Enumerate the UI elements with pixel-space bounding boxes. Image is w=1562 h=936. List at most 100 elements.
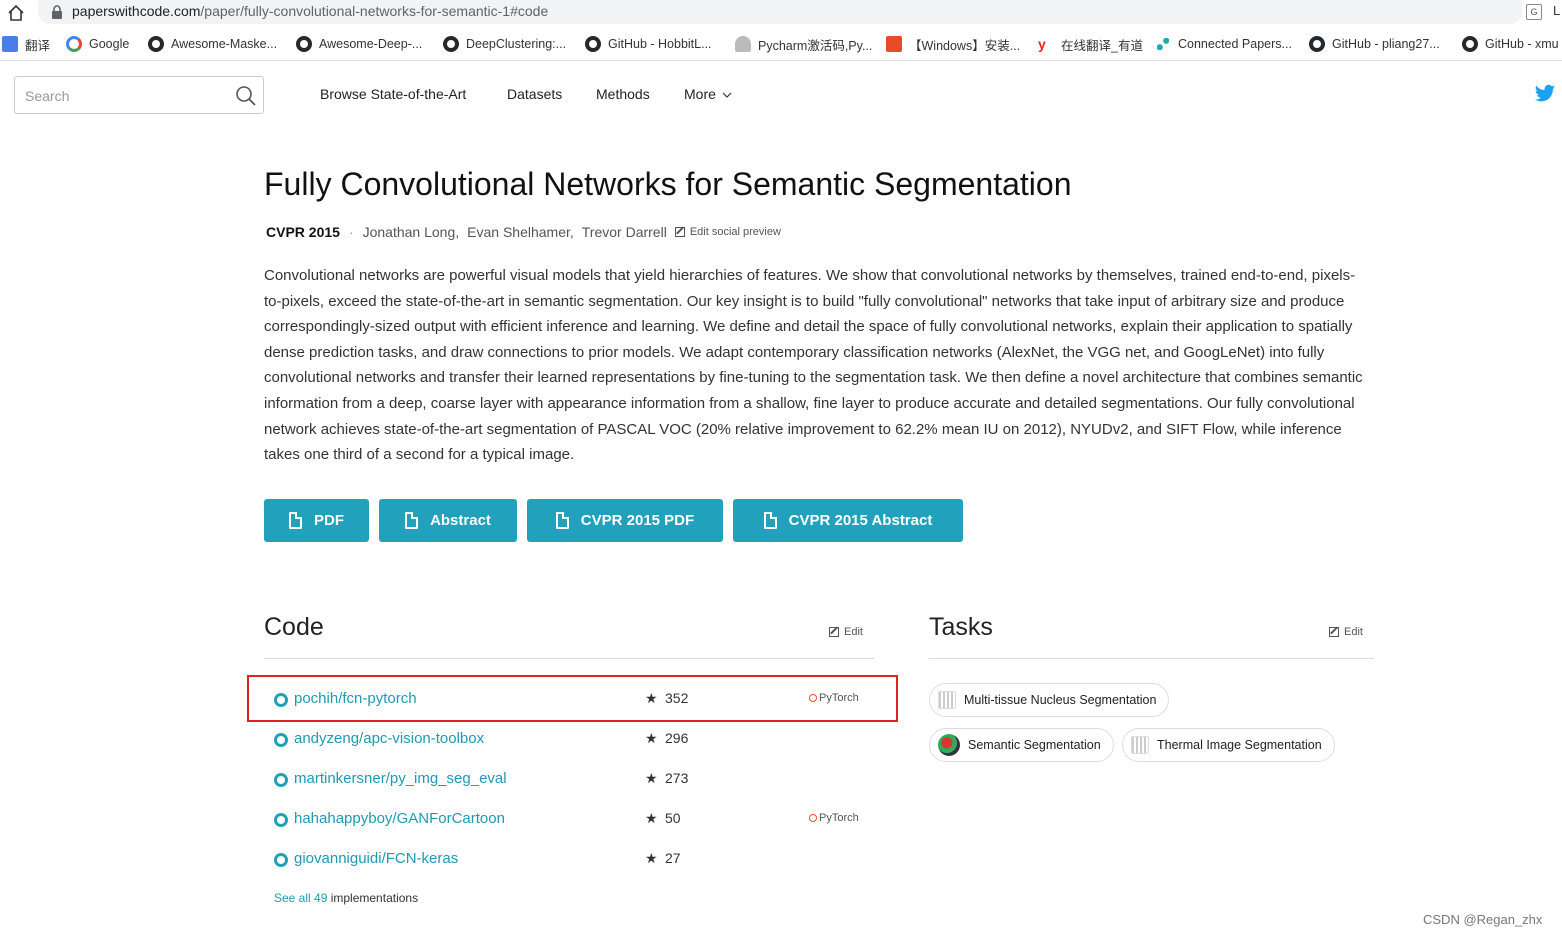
github-icon <box>274 773 288 787</box>
task-chip[interactable]: Thermal Image Segmentation <box>1122 728 1335 762</box>
github-icon <box>274 853 288 867</box>
repo-link[interactable]: andyzeng/apc-vision-toolbox <box>294 730 484 747</box>
divider <box>264 658 874 659</box>
bookmark-github[interactable]: GitHub - xmu <box>1462 35 1559 53</box>
tasks-section-title: Tasks <box>929 613 993 641</box>
star-count: 273 <box>665 770 689 786</box>
star-count: 50 <box>665 810 681 826</box>
home-icon[interactable] <box>6 3 26 23</box>
bookmark-youdao[interactable]: y 在线翻译_有道 <box>1038 35 1143 53</box>
url-text[interactable]: paperswithcode.com/paper/fully-convoluti… <box>72 3 548 19</box>
translate-icon <box>2 36 18 52</box>
star-count: 352 <box>665 690 689 706</box>
nav-methods[interactable]: Methods <box>596 86 650 102</box>
github-icon <box>443 36 459 52</box>
nav-browse-sota[interactable]: Browse State-of-the-Art <box>320 86 466 102</box>
repo-link[interactable]: giovanniguidi/FCN-keras <box>294 850 458 867</box>
github-icon <box>148 36 164 52</box>
pdf-file-icon <box>289 512 302 529</box>
google-icon <box>66 36 82 52</box>
site-search <box>14 76 264 114</box>
task-chip[interactable]: Semantic Segmentation <box>929 728 1114 762</box>
github-icon <box>274 733 288 747</box>
bookmark-github[interactable]: GitHub - pliang27... <box>1309 35 1440 53</box>
chevron-down-icon <box>722 92 732 98</box>
connected-papers-icon <box>1155 36 1171 52</box>
bookmark-csdn[interactable]: 【Windows】安装... <box>886 35 1020 53</box>
github-icon <box>1309 36 1325 52</box>
toolbar-cut-off-label: L <box>1553 3 1561 18</box>
framework-badge: PyTorch <box>809 692 859 704</box>
github-icon <box>1462 36 1478 52</box>
bookmark-translate[interactable]: 翻译 <box>2 35 50 53</box>
paper-abstract: Convolutional networks are powerful visu… <box>264 267 1363 464</box>
task-chip[interactable]: Multi-tissue Nucleus Segmentation <box>929 683 1170 717</box>
twitter-icon[interactable] <box>1534 84 1556 104</box>
github-icon <box>274 693 288 707</box>
pdf-button[interactable]: PDF <box>264 499 369 542</box>
watermark: CSDN @Regan_zhx <box>1423 912 1543 927</box>
cvpr-abstract-button[interactable]: CVPR 2015 Abstract <box>733 499 963 542</box>
repo-link[interactable]: hahahappyboy/GANForCartoon <box>294 810 505 827</box>
framework-badge: PyTorch <box>809 812 859 824</box>
github-icon <box>585 36 601 52</box>
author-link[interactable]: Evan Shelhamer, <box>467 224 574 240</box>
bookmark-connected-papers[interactable]: Connected Papers... <box>1155 35 1292 53</box>
edit-icon <box>1329 627 1339 637</box>
github-icon <box>296 36 312 52</box>
divider <box>929 658 1374 659</box>
search-icon[interactable] <box>235 85 257 107</box>
star-icon: ★ <box>645 810 658 826</box>
table-row: hahahappyboy/GANForCartoon ★ 50 PyTorch <box>274 809 864 831</box>
tasks-edit-link[interactable]: Edit <box>1329 626 1363 638</box>
star-icon: ★ <box>645 690 658 706</box>
divider <box>0 60 1562 61</box>
file-icon <box>405 512 419 529</box>
file-icon <box>763 512 777 529</box>
edit-icon <box>674 227 685 237</box>
pdf-file-icon <box>555 512 569 529</box>
cvpr-pdf-button[interactable]: CVPR 2015 PDF <box>527 499 723 542</box>
edit-icon <box>829 627 839 637</box>
pytorch-icon <box>809 694 817 702</box>
pytorch-icon <box>809 814 817 822</box>
see-all-implementations: See all 49 implementations <box>274 891 419 905</box>
table-row: pochih/fcn-pytorch ★ 352 PyTorch <box>274 689 864 711</box>
bookmark-github[interactable]: Awesome-Deep-... <box>296 35 422 53</box>
pycharm-icon <box>735 36 751 52</box>
author-link[interactable]: Jonathan Long, <box>363 224 460 240</box>
star-icon: ★ <box>645 850 658 866</box>
lock-icon <box>52 5 62 19</box>
edit-social-preview-link[interactable]: Edit social preview <box>674 226 781 238</box>
translate-page-icon[interactable]: G <box>1526 4 1542 20</box>
table-row: martinkersner/py_img_seg_eval ★ 273 <box>274 769 864 791</box>
star-icon: ★ <box>645 770 658 786</box>
task-bars-icon <box>938 691 956 709</box>
abstract-button[interactable]: Abstract <box>379 499 517 542</box>
paper-meta: CVPR 2015 · Jonathan Long, Evan Shelhame… <box>266 222 781 242</box>
star-count: 27 <box>665 850 681 866</box>
youdao-icon: y <box>1038 36 1046 52</box>
github-icon <box>274 813 288 827</box>
bookmark-github[interactable]: Awesome-Maske... <box>148 35 277 53</box>
task-bars-icon <box>1131 736 1149 754</box>
meta-separator: · <box>348 224 354 240</box>
star-count: 296 <box>665 730 689 746</box>
bookmark-pycharm[interactable]: Pycharm激活码,Py... <box>735 35 872 53</box>
repo-link[interactable]: martinkersner/py_img_seg_eval <box>294 770 507 787</box>
bookmark-github[interactable]: DeepClustering:... <box>443 35 566 53</box>
nav-more[interactable]: More <box>684 86 732 102</box>
table-row: andyzeng/apc-vision-toolbox ★ 296 <box>274 729 864 751</box>
search-input[interactable] <box>25 85 225 107</box>
star-icon: ★ <box>645 730 658 746</box>
bookmark-google[interactable]: Google <box>66 35 129 53</box>
nav-datasets[interactable]: Datasets <box>507 86 562 102</box>
bookmark-github[interactable]: GitHub - HobbitL... <box>585 35 712 53</box>
see-all-link[interactable]: See all 49 <box>274 891 327 905</box>
code-edit-link[interactable]: Edit <box>829 626 863 638</box>
repo-link[interactable]: pochih/fcn-pytorch <box>294 690 417 707</box>
paper-title: Fully Convolutional Networks for Semanti… <box>264 166 1072 202</box>
venue[interactable]: CVPR 2015 <box>266 224 340 240</box>
bookmarks-bar: 翻译 Google Awesome-Maske... Awesome-Deep-… <box>0 30 1562 58</box>
author-link[interactable]: Trevor Darrell <box>582 224 667 240</box>
